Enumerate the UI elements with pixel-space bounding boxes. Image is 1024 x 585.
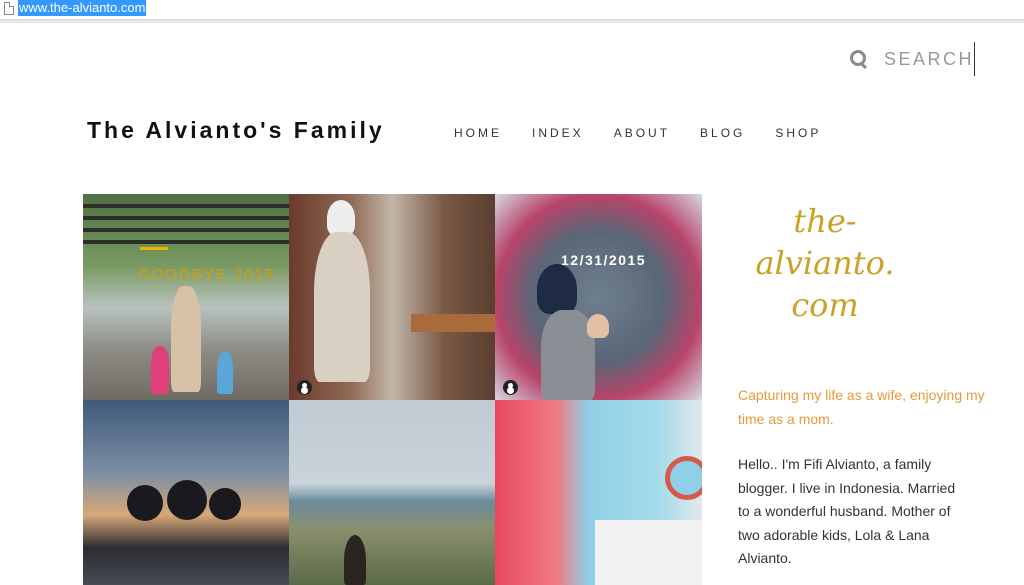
logo-line: the-: [793, 202, 857, 240]
photo-tile[interactable]: [83, 400, 289, 585]
tile-title: GOODBYE 2015: [138, 266, 276, 283]
site-title[interactable]: The Alvianto's Family: [87, 117, 385, 144]
author-icon[interactable]: [503, 380, 518, 395]
tagline: Capturing my life as a wife, enjoying my…: [738, 387, 985, 427]
nav-shop[interactable]: SHOP: [775, 126, 821, 140]
search-button[interactable]: SEARCH: [850, 45, 974, 73]
browser-divider: [0, 19, 1024, 23]
logo-line: alvianto.: [755, 244, 895, 282]
photo-figure: [171, 286, 201, 392]
nav-index[interactable]: INDEX: [532, 126, 584, 140]
photo-mirror: [665, 456, 702, 500]
photo-figure: [344, 535, 366, 585]
logo-line: com: [791, 286, 859, 324]
photo-figure: [209, 488, 241, 520]
author-icon[interactable]: [297, 380, 312, 395]
photo-figure: [537, 264, 577, 314]
photo-tile[interactable]: GOODBYE 2015: [83, 194, 289, 400]
search-icon: [850, 50, 868, 68]
photo-shelf: [595, 520, 702, 585]
photo-tile[interactable]: [289, 194, 495, 400]
photo-figure: [327, 200, 355, 236]
search-divider: [974, 42, 975, 76]
url-text[interactable]: www.the-alvianto.com: [18, 0, 147, 16]
photo-tile[interactable]: [289, 400, 495, 585]
site-logo: the- alvianto. com: [740, 200, 910, 360]
photo-figure: [217, 352, 233, 394]
bio-text: Hello.. I'm Fifi Alvianto, a family blog…: [738, 456, 956, 566]
photo-figure: [167, 480, 207, 520]
search-label: SEARCH: [884, 48, 975, 69]
nav-home[interactable]: HOME: [454, 126, 502, 140]
photo-shelf: [411, 314, 495, 332]
photo-figure: [587, 314, 609, 338]
photo-tile[interactable]: [495, 400, 702, 585]
address-bar[interactable]: www.the-alvianto.com: [0, 0, 1024, 20]
nav-about[interactable]: ABOUT: [614, 126, 670, 140]
nav-blog[interactable]: BLOG: [700, 126, 745, 140]
tile-title: 12/31/2015: [561, 252, 647, 268]
photo-grid: GOODBYE 2015 12/31/2015: [83, 194, 702, 585]
main-nav: HOME INDEX ABOUT BLOG SHOP: [454, 126, 851, 140]
photo-figure: [151, 346, 169, 394]
page-icon: [4, 2, 14, 15]
photo-figure: [314, 232, 370, 382]
photo-tile[interactable]: 12/31/2015: [495, 194, 702, 400]
photo-figure: [127, 485, 163, 521]
title-accent-bar: [140, 247, 168, 250]
